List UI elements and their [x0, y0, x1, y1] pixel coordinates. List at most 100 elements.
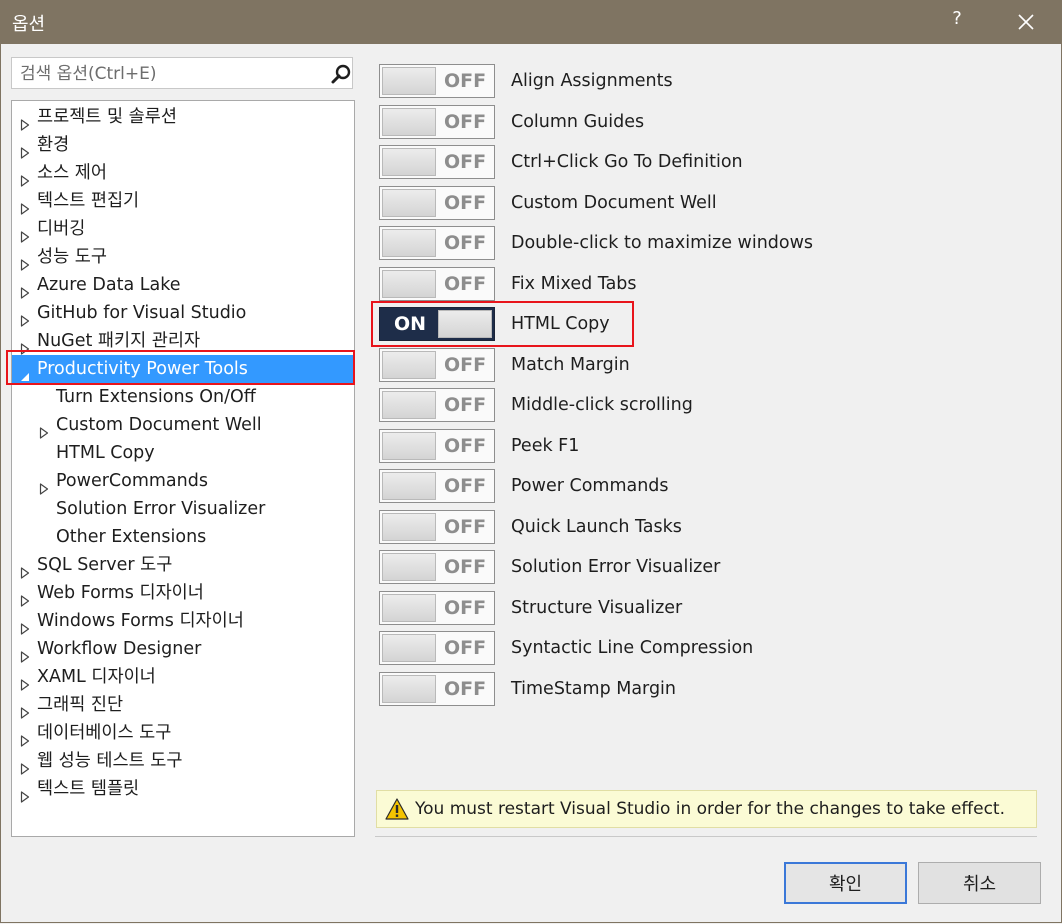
toggle-knob[interactable]: [382, 512, 436, 541]
collapsed-arrow-icon[interactable]: [20, 196, 30, 215]
tree-node[interactable]: HTML Copy: [12, 439, 354, 467]
extension-toggle[interactable]: OFF: [379, 64, 495, 98]
toggle-knob[interactable]: [382, 472, 436, 500]
ok-button[interactable]: 확인: [784, 862, 907, 904]
tree-node[interactable]: Azure Data Lake: [12, 271, 354, 299]
extension-label: HTML Copy: [511, 314, 610, 334]
extension-label: Structure Visualizer: [511, 597, 683, 618]
extension-toggle[interactable]: OFF: [379, 428, 495, 463]
tree-node[interactable]: XAML 디자이너: [12, 663, 354, 691]
tree-node[interactable]: Workflow Designer: [12, 635, 354, 663]
tree-node[interactable]: GitHub for Visual Studio: [12, 299, 354, 327]
tree-node[interactable]: 텍스트 템플릿: [12, 775, 354, 803]
extension-row: OFF Solution Error Visualizer: [379, 550, 1019, 584]
tree-node[interactable]: SQL Server 도구: [12, 551, 354, 579]
tree-node[interactable]: 환경: [12, 131, 354, 159]
tree-node[interactable]: 디버깅: [12, 215, 354, 243]
extension-toggle[interactable]: OFF: [379, 347, 495, 382]
collapsed-arrow-icon[interactable]: [39, 476, 49, 495]
tree-node[interactable]: Productivity Power Tools: [12, 355, 354, 383]
extension-toggle[interactable]: OFF: [379, 388, 495, 422]
toggle-knob[interactable]: [382, 350, 436, 379]
collapsed-arrow-icon[interactable]: [20, 168, 30, 187]
extension-toggle[interactable]: OFF: [379, 469, 495, 503]
extension-toggle[interactable]: OFF: [379, 509, 495, 544]
tree-node[interactable]: Windows Forms 디자이너: [12, 607, 354, 635]
toggle-knob[interactable]: [382, 107, 436, 136]
extension-row: OFF Middle-click scrolling: [379, 388, 1019, 422]
toggle-state-label: OFF: [443, 677, 487, 700]
tree-node[interactable]: 데이터베이스 도구: [12, 719, 354, 747]
tree-node[interactable]: Custom Document Well: [12, 411, 354, 439]
toggle-knob[interactable]: [382, 229, 436, 257]
tree-node-label: Productivity Power Tools: [37, 359, 248, 379]
tree-node-label: 데이터베이스 도구: [37, 723, 172, 743]
toggle-knob[interactable]: [382, 391, 436, 419]
toggle-state-label: OFF: [443, 394, 487, 416]
toggle-knob[interactable]: [382, 593, 436, 622]
extension-toggle[interactable]: OFF: [379, 266, 495, 301]
tree-node[interactable]: 그래픽 진단: [12, 691, 354, 719]
search-input[interactable]: [18, 61, 322, 87]
collapsed-arrow-icon[interactable]: [20, 756, 30, 775]
tree-node[interactable]: 웹 성능 테스트 도구: [12, 747, 354, 775]
tree-node[interactable]: 성능 도구: [12, 243, 354, 271]
toggle-knob[interactable]: [382, 674, 436, 703]
extension-toggle[interactable]: OFF: [379, 550, 495, 584]
content-separator: [375, 836, 1037, 837]
toggle-knob[interactable]: [382, 431, 436, 460]
help-button[interactable]: ?: [946, 8, 968, 34]
extension-label: Match Margin: [511, 354, 630, 375]
extension-label: Quick Launch Tasks: [511, 516, 682, 537]
toggle-knob[interactable]: [382, 148, 436, 176]
collapsed-arrow-icon[interactable]: [20, 588, 30, 607]
tree-node[interactable]: PowerCommands: [12, 467, 354, 495]
toggle-knob[interactable]: [382, 553, 436, 581]
tree-node-label: HTML Copy: [56, 443, 155, 463]
collapsed-arrow-icon[interactable]: [20, 280, 30, 299]
collapsed-arrow-icon[interactable]: [20, 616, 30, 635]
collapsed-arrow-icon[interactable]: [20, 784, 30, 803]
extension-toggle[interactable]: ON: [379, 307, 495, 341]
toggle-knob[interactable]: [382, 634, 436, 662]
tree-node[interactable]: NuGet 패키지 관리자: [12, 327, 354, 355]
tree-node[interactable]: 프로젝트 및 솔루션: [12, 103, 354, 131]
collapsed-arrow-icon[interactable]: [20, 644, 30, 663]
extension-toggle[interactable]: OFF: [379, 671, 495, 706]
toggle-knob[interactable]: [438, 310, 492, 338]
collapsed-arrow-icon[interactable]: [20, 112, 30, 131]
tree-node-label: 소스 제어: [37, 163, 107, 183]
extension-toggle[interactable]: OFF: [379, 631, 495, 665]
toggle-knob[interactable]: [382, 67, 436, 95]
tree-node[interactable]: Other Extensions: [12, 523, 354, 551]
toggle-knob[interactable]: [382, 269, 436, 298]
tree-node-label: 환경: [37, 135, 70, 155]
tree-node[interactable]: Web Forms 디자이너: [12, 579, 354, 607]
tree-node[interactable]: Turn Extensions On/Off: [12, 383, 354, 411]
toggle-knob[interactable]: [382, 188, 436, 217]
collapsed-arrow-icon[interactable]: [20, 728, 30, 747]
extension-toggle[interactable]: OFF: [379, 590, 495, 625]
collapsed-arrow-icon[interactable]: [20, 224, 30, 243]
collapsed-arrow-icon[interactable]: [20, 336, 30, 355]
expanded-arrow-icon[interactable]: [20, 364, 30, 381]
cancel-button[interactable]: 취소: [918, 862, 1041, 904]
toggle-state-label: OFF: [443, 151, 487, 173]
collapsed-arrow-icon[interactable]: [20, 700, 30, 719]
tree-node[interactable]: Solution Error Visualizer: [12, 495, 354, 523]
collapsed-arrow-icon[interactable]: [20, 140, 30, 159]
extension-toggle[interactable]: OFF: [379, 104, 495, 139]
close-button[interactable]: [1012, 8, 1040, 36]
extension-toggle[interactable]: OFF: [379, 185, 495, 220]
collapsed-arrow-icon[interactable]: [39, 420, 49, 439]
collapsed-arrow-icon[interactable]: [20, 560, 30, 579]
collapsed-arrow-icon[interactable]: [20, 672, 30, 691]
collapsed-arrow-icon[interactable]: [20, 308, 30, 327]
tree-node-label: Azure Data Lake: [37, 275, 181, 295]
extension-toggle[interactable]: OFF: [379, 226, 495, 260]
collapsed-arrow-icon[interactable]: [20, 252, 30, 271]
tree-node[interactable]: 소스 제어: [12, 159, 354, 187]
extension-toggle[interactable]: OFF: [379, 145, 495, 179]
tree-node[interactable]: 텍스트 편집기: [12, 187, 354, 215]
search-button[interactable]: [330, 63, 352, 85]
